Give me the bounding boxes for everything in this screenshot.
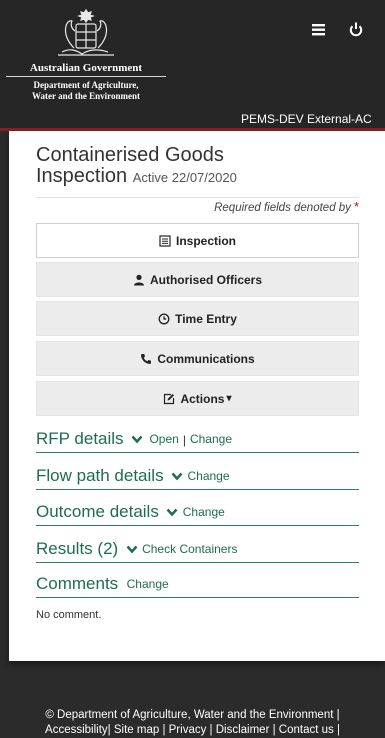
section-outcome-details: Outcome details Change — [36, 502, 359, 526]
rfp-change-link[interactable]: Change — [190, 432, 232, 446]
required-note: Required fields denoted by * — [214, 199, 359, 214]
site-footer: © Department of Agriculture, Water and t… — [0, 708, 385, 738]
coat-of-arms-logo — [58, 8, 114, 56]
section-comments-title: Comments — [36, 574, 119, 593]
outcome-change-link[interactable]: Change — [183, 505, 225, 519]
inspection-card: Containerised Goods Inspection Active 22… — [9, 131, 385, 661]
environment-label: PEMS-DEV External-AC — [241, 112, 372, 126]
menu-inspection-label: Inspection — [175, 233, 236, 248]
section-rfp-details: RFP details Open | Change — [36, 429, 359, 453]
section-results-title: Results (2) — [36, 539, 119, 558]
footer-copyright: © Department of Agriculture, Water and t… — [45, 709, 340, 721]
flow-change-link[interactable]: Change — [187, 469, 229, 483]
chevron-down-icon[interactable] — [131, 435, 143, 444]
required-note-text: Required fields denoted by — [214, 202, 351, 214]
section-comments: Comments Change — [36, 574, 359, 598]
menu-time-entry-label: Time Entry — [175, 311, 237, 326]
page-title: Containerised Goods Inspection Active 22… — [36, 145, 366, 188]
contact-us-link[interactable]: Contact us — [279, 724, 334, 736]
phone-icon — [141, 353, 152, 364]
site-header: Australian Government Department of Agri… — [0, 0, 385, 131]
page-title-line1: Containerised Goods — [36, 144, 224, 166]
menu-actions[interactable]: Actions ▾ — [36, 381, 359, 416]
hamburger-icon — [312, 24, 325, 36]
privacy-link[interactable]: Privacy — [169, 724, 207, 736]
department-name: Department of Agriculture, Water and the… — [2, 80, 170, 102]
menu-actions-label: Actions — [180, 391, 225, 406]
menu-communications[interactable]: Communications — [36, 341, 359, 376]
check-containers-link[interactable]: Check Containers — [142, 542, 237, 556]
menu-communications-label: Communications — [157, 351, 255, 366]
page-title-line2: Inspection Active 22/07/2020 — [36, 166, 366, 188]
comments-change-link[interactable]: Change — [127, 577, 169, 591]
footer-links: Accessibility| Site map | Privacy | Disc… — [45, 724, 340, 736]
required-star: * — [353, 199, 359, 214]
menu-inspection[interactable]: Inspection — [36, 223, 359, 258]
page-title-text: Inspection — [36, 165, 128, 187]
title-divider — [36, 197, 359, 198]
accessibility-link[interactable]: Accessibility — [45, 724, 108, 736]
section-results: Results (2) Check Containers — [36, 539, 359, 563]
menu-authorised-officers[interactable]: Authorised Officers — [36, 262, 359, 297]
menu-authorised-officers-label: Authorised Officers — [149, 272, 263, 287]
site-map-link[interactable]: Site map — [114, 724, 159, 736]
chevron-down-icon: ▾ — [226, 393, 232, 404]
chevron-down-icon[interactable] — [126, 545, 138, 554]
rfp-open-link[interactable]: Open — [149, 432, 178, 446]
status-text: Active 22/07/2020 — [132, 170, 237, 185]
logout-button[interactable] — [345, 18, 367, 40]
user-icon — [133, 274, 144, 285]
menu-time-entry[interactable]: Time Entry — [36, 301, 359, 336]
disclaimer-link[interactable]: Disclaimer — [216, 724, 270, 736]
section-flow-path-details: Flow path details Change — [36, 466, 359, 490]
title-divider — [6, 76, 166, 77]
link-separator: | — [182, 433, 186, 447]
edit-icon — [164, 393, 175, 404]
chevron-down-icon[interactable] — [166, 508, 178, 517]
no-comment-text: No comment. — [36, 609, 102, 621]
list-icon — [159, 234, 171, 247]
menu-button[interactable] — [308, 18, 330, 40]
department-name-line1: Department of Agriculture, — [33, 80, 139, 90]
power-icon — [349, 22, 363, 37]
clock-icon — [158, 313, 170, 324]
section-flow-title: Flow path details — [36, 466, 164, 485]
section-outcome-title: Outcome details — [36, 502, 159, 521]
chevron-down-icon[interactable] — [171, 472, 183, 481]
department-name-line2: Water and the Environment — [32, 91, 140, 101]
government-title: Australian Government — [29, 62, 143, 74]
section-rfp-title: RFP details — [36, 429, 124, 448]
